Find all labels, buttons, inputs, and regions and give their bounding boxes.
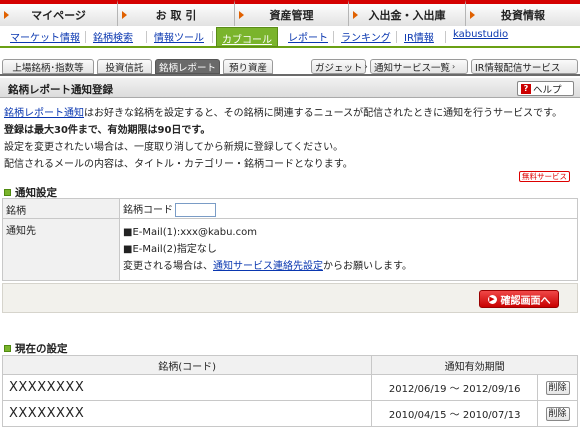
intro-line-3: 設定を変更されたい場合は、一度取り消してから新規に登録してください。 bbox=[4, 142, 344, 153]
ir-service-button[interactable]: IR情報配信サービス bbox=[471, 59, 578, 74]
delete-button[interactable]: 削除 bbox=[545, 406, 570, 421]
brand-code-label: 銘柄コード bbox=[123, 204, 173, 216]
period-cell: 2010/04/15 ～ 2010/07/13 bbox=[371, 400, 539, 427]
brand-label: 銘柄 bbox=[2, 198, 120, 219]
subnav-ir-info[interactable]: IR情報 bbox=[404, 29, 434, 44]
divider bbox=[212, 31, 213, 43]
table-header-row: 銘柄(コード) 通知有効期間 bbox=[1, 355, 578, 375]
subnav-info-tools[interactable]: 情報ツール bbox=[154, 29, 204, 44]
subnav-brand-search[interactable]: 銘柄検索 bbox=[93, 29, 133, 44]
topnav-label: マイページ bbox=[31, 9, 86, 22]
chevron-right-icon: › bbox=[364, 62, 368, 71]
divider bbox=[445, 31, 446, 43]
arrow-icon bbox=[122, 11, 127, 19]
action-cell: 削除 bbox=[537, 400, 578, 427]
column-header-period: 通知有効期間 bbox=[371, 355, 578, 375]
topnav-investment-info[interactable]: 投資情報 bbox=[466, 0, 580, 26]
confirm-label: 確認画面へ bbox=[500, 295, 551, 307]
delete-button[interactable]: 削除 bbox=[545, 380, 570, 395]
page-title: 銘柄レポート通知登録 bbox=[8, 84, 113, 96]
current-settings-table: 銘柄(コード) 通知有効期間 XXXXXXXX 2012/06/19 ～ 201… bbox=[1, 355, 578, 427]
sub-navigation: マーケット情報 銘柄検索 情報ツール カブコール レポート ランキング IR情報… bbox=[0, 26, 580, 48]
page-title-bar: 銘柄レポート通知登録 ? ヘルプ bbox=[0, 78, 580, 98]
table-row: 通知先 ■E-Mail(1):xxx@kabu.com ■E-Mail(2)指定… bbox=[2, 218, 578, 281]
question-icon: ? bbox=[521, 83, 531, 94]
topnav-label: 投資情報 bbox=[501, 9, 545, 22]
subnav-ranking[interactable]: ランキング bbox=[341, 29, 391, 44]
table-row: XXXXXXXX 2012/06/19 ～ 2012/09/16 削除 bbox=[1, 374, 578, 401]
topnav-deposit[interactable]: 入出金・入出庫 bbox=[349, 0, 466, 26]
tab-investment-trust[interactable]: 投資信託 bbox=[97, 59, 152, 74]
topnav-label: お 取 引 bbox=[155, 9, 197, 22]
subnav-kabucall[interactable]: カブコール bbox=[216, 27, 278, 47]
brand-cell: XXXXXXXX bbox=[1, 400, 373, 427]
tab-deposit-assets[interactable]: 預り資産 bbox=[223, 59, 273, 74]
change-suffix: からお願いします。 bbox=[323, 261, 412, 272]
arrow-icon bbox=[470, 11, 475, 19]
contact-settings-link[interactable]: 通知サービス連絡先設定 bbox=[213, 261, 323, 272]
divider bbox=[146, 31, 147, 43]
brand-report-notice-link[interactable]: 銘柄レポート通知 bbox=[4, 108, 84, 119]
topnav-label: 資産管理 bbox=[269, 9, 314, 22]
gadget-label: ガジェット bbox=[315, 62, 363, 74]
divider bbox=[85, 31, 86, 43]
square-bullet-icon bbox=[4, 345, 11, 352]
ir-service-label: IR情報配信サービス bbox=[475, 62, 561, 74]
email-2: ■E-Mail(2)指定なし bbox=[123, 244, 217, 255]
notification-list-label: 通知サービス一覧 bbox=[374, 62, 451, 74]
destination-label: 通知先 bbox=[2, 218, 120, 281]
action-cell: 削除 bbox=[537, 374, 578, 401]
period-cell: 2012/06/19 ～ 2012/09/16 bbox=[371, 374, 539, 401]
intro-line-1: 銘柄レポート通知はお好きな銘柄を設定すると、その銘柄に関連するニュースが配信され… bbox=[4, 104, 562, 119]
tab-underline bbox=[0, 74, 580, 76]
tab-listed-brands[interactable]: 上場銘柄･指数等 bbox=[2, 59, 94, 74]
change-instructions: 変更される場合は、通知サービス連絡先設定からお願いします。 bbox=[123, 258, 577, 275]
arrow-icon bbox=[4, 11, 9, 19]
help-button[interactable]: ? ヘルプ bbox=[517, 81, 574, 96]
help-label: ヘルプ bbox=[533, 84, 562, 96]
brand-code-input[interactable] bbox=[175, 202, 216, 217]
topnav-mypage[interactable]: マイページ bbox=[0, 0, 118, 26]
change-prefix: 変更される場合は、 bbox=[123, 261, 213, 272]
brand-cell: 銘柄コード bbox=[119, 198, 578, 219]
email-1: ■E-Mail(1):xxx@kabu.com bbox=[123, 227, 257, 238]
current-section-title: 現在の設定 bbox=[15, 343, 68, 355]
free-service-badge: 無料サービス bbox=[519, 171, 570, 182]
confirm-button[interactable]: ▶ 確認画面へ bbox=[479, 290, 559, 308]
subnav-market-info[interactable]: マーケット情報 bbox=[10, 29, 80, 44]
square-bullet-icon bbox=[4, 189, 11, 196]
topnav-trade[interactable]: お 取 引 bbox=[118, 0, 235, 26]
notification-list-button[interactable]: 通知サービス一覧 › bbox=[370, 59, 468, 74]
topnav-assets[interactable]: 資産管理 bbox=[235, 0, 349, 26]
intro-line-2: 登録は最大30件まで、有効期限は90日です。 bbox=[4, 125, 211, 136]
tab-brand-report[interactable]: 銘柄レポート bbox=[155, 59, 220, 74]
topnav-label: 入出金・入出庫 bbox=[368, 9, 446, 22]
current-section-heading: 現在の設定 bbox=[4, 341, 68, 356]
destination-cell: ■E-Mail(1):xxx@kabu.com ■E-Mail(2)指定なし 変… bbox=[119, 218, 578, 281]
subnav-kabustudio[interactable]: kabustudio bbox=[453, 29, 508, 40]
notify-settings-table: 銘柄 銘柄コード 通知先 ■E-Mail(1):xxx@kabu.com ■E-… bbox=[2, 198, 578, 281]
intro-text: はお好きな銘柄を設定すると、その銘柄に関連するニュースが配信されたときに通知を行… bbox=[84, 108, 563, 119]
intro-line-4: 配信されるメールの内容は、タイトル・カテゴリー・銘柄コードとなります。 bbox=[4, 159, 353, 170]
brand-cell: XXXXXXXX bbox=[1, 374, 373, 401]
gadget-button[interactable]: ガジェット › bbox=[311, 59, 368, 74]
subnav-report[interactable]: レポート bbox=[288, 29, 328, 44]
arrow-icon bbox=[239, 11, 244, 19]
table-row: XXXXXXXX 2010/04/15 ～ 2010/07/13 削除 bbox=[1, 400, 578, 427]
column-header-brand: 銘柄(コード) bbox=[1, 355, 373, 375]
chevron-right-icon: › bbox=[452, 62, 456, 71]
arrow-right-icon: ▶ bbox=[487, 294, 497, 304]
confirm-bar: ▶ 確認画面へ bbox=[2, 283, 578, 313]
top-navigation: マイページ お 取 引 資産管理 入出金・入出庫 投資情報 bbox=[0, 0, 580, 26]
table-row: 銘柄 銘柄コード bbox=[2, 198, 578, 219]
divider bbox=[396, 31, 397, 43]
divider bbox=[333, 31, 334, 43]
arrow-icon bbox=[353, 11, 358, 19]
